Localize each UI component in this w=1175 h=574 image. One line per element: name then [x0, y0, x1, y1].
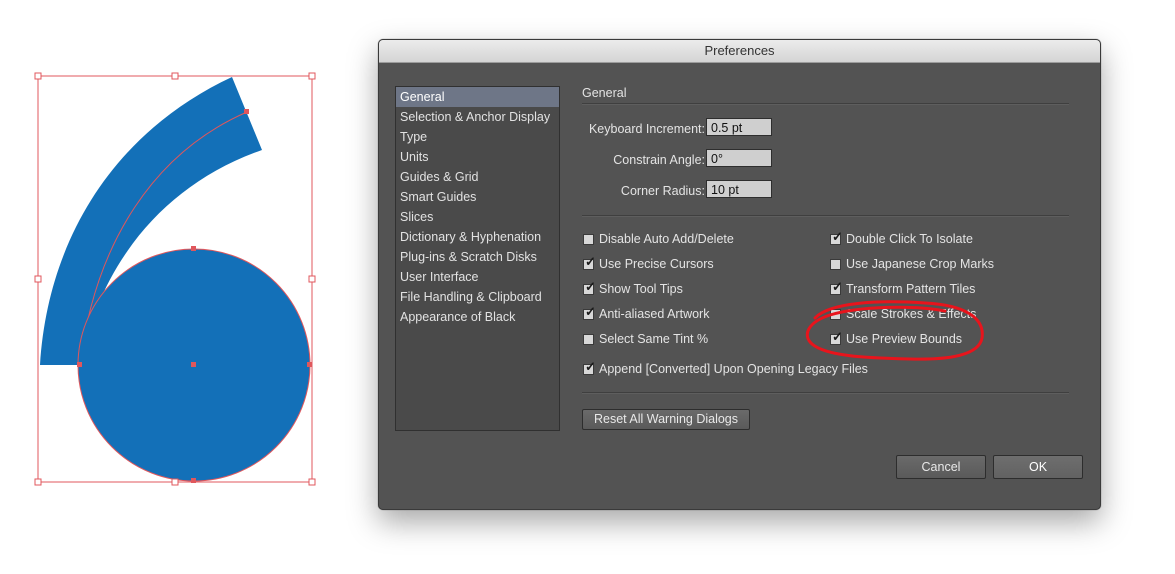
keyboard-increment-label: Keyboard Increment: — [588, 122, 705, 136]
checkbox-show-tool-tips[interactable]: ✓ Show Tool Tips — [583, 280, 683, 298]
category-user-interface[interactable]: User Interface — [396, 267, 559, 287]
checkbox-box[interactable] — [830, 259, 841, 270]
corner-radius-label: Corner Radius: — [620, 184, 705, 198]
checkbox-scale-strokes-effects[interactable]: Scale Strokes & Effects — [830, 305, 976, 323]
checkbox-disable-auto-add-delete[interactable]: Disable Auto Add/Delete — [583, 230, 734, 248]
checkbox-label: Select Same Tint % — [599, 332, 709, 346]
checkbox-label: Double Click To Isolate — [846, 232, 973, 246]
checkbox-label: Disable Auto Add/Delete — [599, 232, 734, 246]
checkbox-anti-aliased-artwork[interactable]: ✓ Anti-aliased Artwork — [583, 305, 709, 323]
constrain-angle-row: Constrain Angle: — [575, 150, 705, 170]
checkbox-box[interactable] — [830, 309, 841, 320]
checkbox-box[interactable]: ✓ — [830, 330, 843, 345]
checkbox-box[interactable] — [583, 234, 594, 245]
constrain-angle-label: Constrain Angle: — [613, 153, 705, 167]
category-appearance-of-black[interactable]: Appearance of Black — [396, 307, 559, 327]
checkmark-icon: ✓ — [585, 279, 596, 294]
checkbox-box[interactable] — [583, 334, 594, 345]
cancel-button[interactable]: Cancel — [896, 455, 986, 479]
checkbox-label: Transform Pattern Tiles — [846, 282, 976, 296]
general-panel: General — [582, 86, 1069, 105]
category-file-handling-clipboard[interactable]: File Handling & Clipboard — [396, 287, 559, 307]
checkbox-label: Use Precise Cursors — [599, 257, 714, 271]
checkbox-label: Use Japanese Crop Marks — [846, 257, 994, 271]
category-smart-guides[interactable]: Smart Guides — [396, 187, 559, 207]
checkbox-append-converted[interactable]: ✓ Append [Converted] Upon Opening Legacy … — [583, 360, 868, 378]
category-selection-anchor-display[interactable]: Selection & Anchor Display — [396, 107, 559, 127]
checkbox-box[interactable]: ✓ — [583, 255, 596, 270]
keyboard-increment-row: Keyboard Increment: — [575, 119, 705, 139]
checkbox-box[interactable]: ✓ — [583, 360, 596, 375]
corner-radius-row: Corner Radius: — [575, 181, 705, 201]
section-title: General — [582, 86, 627, 100]
category-list: General Selection & Anchor Display Type … — [395, 86, 560, 431]
checkmark-icon: ✓ — [832, 329, 843, 344]
checkbox-box[interactable]: ✓ — [583, 280, 596, 295]
checkmark-icon: ✓ — [585, 254, 596, 269]
category-dictionary-hyphenation[interactable]: Dictionary & Hyphenation — [396, 227, 559, 247]
section-divider — [582, 103, 1069, 105]
options-divider — [582, 392, 1069, 394]
category-guides-grid[interactable]: Guides & Grid — [396, 167, 559, 187]
checkbox-use-preview-bounds[interactable]: ✓ Use Preview Bounds — [830, 330, 962, 348]
checkbox-transform-pattern-tiles[interactable]: ✓ Transform Pattern Tiles — [830, 280, 975, 298]
category-plugins-scratch-disks[interactable]: Plug-ins & Scratch Disks — [396, 247, 559, 267]
checkbox-label: Use Preview Bounds — [846, 332, 963, 346]
checkbox-label: Anti-aliased Artwork — [599, 307, 710, 321]
corner-radius-input[interactable]: 10 pt — [706, 180, 772, 198]
dialog-title: Preferences — [379, 40, 1100, 63]
checkbox-box[interactable]: ✓ — [583, 305, 596, 320]
category-slices[interactable]: Slices — [396, 207, 559, 227]
checkbox-use-precise-cursors[interactable]: ✓ Use Precise Cursors — [583, 255, 714, 273]
keyboard-increment-input[interactable]: 0.5 pt — [706, 118, 772, 136]
checkmark-icon: ✓ — [832, 279, 843, 294]
checkbox-double-click-to-isolate[interactable]: ✓ Double Click To Isolate — [830, 230, 973, 248]
checkbox-use-japanese-crop-marks[interactable]: Use Japanese Crop Marks — [830, 255, 994, 273]
checkmark-icon: ✓ — [585, 304, 596, 319]
checkbox-box[interactable]: ✓ — [830, 230, 843, 245]
checkbox-select-same-tint[interactable]: Select Same Tint % — [583, 330, 708, 348]
category-units[interactable]: Units — [396, 147, 559, 167]
checkbox-label: Append [Converted] Upon Opening Legacy F… — [599, 362, 868, 376]
ok-button[interactable]: OK — [993, 455, 1083, 479]
checkbox-label: Show Tool Tips — [599, 282, 683, 296]
fields-divider — [582, 215, 1069, 217]
preferences-dialog: Preferences General Selection & Anchor D… — [378, 39, 1101, 510]
category-type[interactable]: Type — [396, 127, 559, 147]
checkmark-icon: ✓ — [832, 229, 843, 244]
category-general[interactable]: General — [396, 87, 559, 107]
checkbox-label: Scale Strokes & Effects — [846, 307, 977, 321]
reset-warning-dialogs-button[interactable]: Reset All Warning Dialogs — [582, 409, 750, 430]
artwork-canvas — [34, 72, 316, 486]
checkmark-icon: ✓ — [585, 359, 596, 374]
checkbox-box[interactable]: ✓ — [830, 280, 843, 295]
constrain-angle-input[interactable]: 0° — [706, 149, 772, 167]
